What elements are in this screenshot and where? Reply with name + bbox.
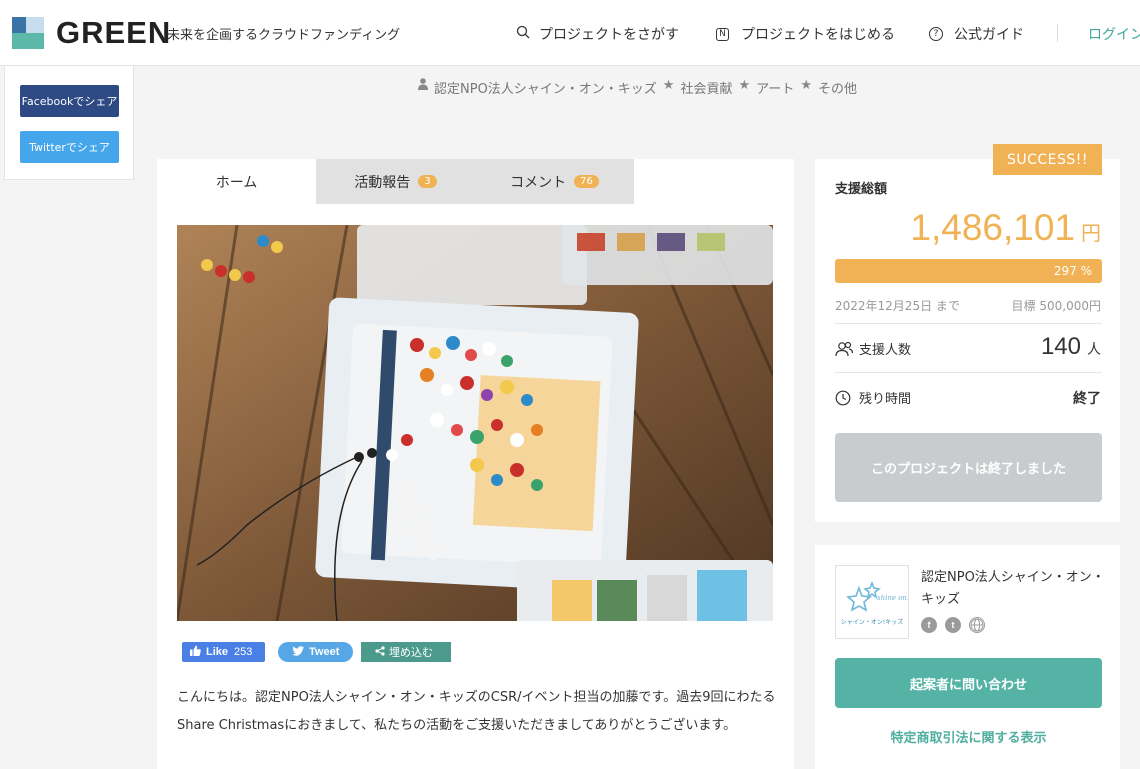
nav-search-label: プロジェクトをさがす	[539, 27, 679, 43]
nav-search-projects[interactable]: プロジェクトをさがす	[516, 24, 679, 44]
organizer-logo-script: shine on!	[877, 594, 908, 602]
project-main-content: ホーム 活動報告 3 コメント 76 Like 253 Tweet 埋め込む こ…	[157, 159, 794, 769]
project-ended-button[interactable]: このプロジェクトは終了しました	[835, 433, 1102, 502]
owner-link[interactable]: 認定NPO法人シャイン・オン・キッズ	[434, 78, 657, 97]
organizer-card: shine on! シャイン・オン!キッズ 認定NPO法人シャイン・オン・キッズ…	[815, 545, 1120, 769]
organizer-logo[interactable]: shine on! シャイン・オン!キッズ	[835, 565, 910, 639]
star-icon: ★	[738, 78, 751, 93]
like-label: Like	[206, 646, 229, 658]
supporters-row: 支援人数	[835, 339, 911, 358]
count-badge: 76	[574, 175, 599, 188]
deadline-text: 2022年12月25日 まで	[835, 299, 960, 313]
tweet-label: Tweet	[309, 646, 340, 658]
tab-label: ホーム	[215, 174, 258, 191]
share-panel: Facebookでシェア Twitterでシェア	[4, 66, 134, 180]
like-count: 253	[234, 646, 253, 658]
tweet-button[interactable]: Tweet	[278, 642, 353, 662]
tab-comments[interactable]: コメント 76	[475, 159, 634, 204]
star-icon: ★	[800, 78, 813, 93]
time-remaining-value: 終了	[1073, 391, 1101, 407]
star-icon: ★	[662, 78, 675, 93]
login-link[interactable]: ログイン	[1088, 24, 1140, 44]
tab-home[interactable]: ホーム	[157, 159, 316, 204]
twitter-bird-icon	[292, 645, 304, 659]
supporters-unit: 人	[1087, 342, 1101, 358]
nav-guide-label: 公式ガイド	[954, 27, 1024, 43]
green-logo-icon[interactable]	[12, 17, 44, 49]
nav-start-label: プロジェクトをはじめる	[741, 27, 895, 43]
project-description: こんにちは。認定NPO法人シャイン・オン・キッズのCSR/イベント担当の加藤です…	[177, 690, 776, 733]
project-tabs: ホーム 活動報告 3 コメント 76	[157, 159, 634, 204]
organizer-name[interactable]: 認定NPO法人シャイン・オン・キッズ	[921, 567, 1107, 611]
question-circle-icon: ?	[929, 27, 943, 41]
supporters-label: 支援人数	[859, 343, 912, 358]
supporters-icon	[835, 341, 854, 357]
total-amount: 1,486,101 円	[910, 207, 1101, 249]
divider	[835, 323, 1102, 324]
nav-official-guide[interactable]: ? 公式ガイド	[929, 24, 1024, 44]
embed-button[interactable]: 埋め込む	[361, 642, 451, 662]
tab-label: コメント	[510, 174, 567, 191]
divider	[835, 372, 1102, 373]
tab-label: 活動報告	[354, 174, 411, 191]
globe-icon[interactable]	[969, 617, 985, 633]
user-icon	[418, 78, 428, 97]
commercial-law-link[interactable]: 特定商取引法に関する表示	[835, 727, 1102, 746]
organizer-social-links: f t	[921, 617, 985, 633]
site-header: GREEN 未来を企画するクラウドファンディング プロジェクトをさがす N プロ…	[0, 0, 1140, 66]
project-hero-image	[177, 225, 773, 621]
supporters-count: 140	[1040, 333, 1081, 360]
tab-activity-reports[interactable]: 活動報告 3	[316, 159, 475, 204]
share-nodes-icon	[375, 645, 385, 659]
site-logo-text[interactable]: GREEN	[56, 15, 171, 51]
organizer-logo-text: シャイン・オン!キッズ	[841, 618, 903, 626]
facebook-like-button[interactable]: Like 253	[182, 642, 265, 662]
count-badge: 3	[418, 175, 437, 188]
category-link[interactable]: アート	[756, 78, 794, 97]
n-box-icon: N	[716, 27, 729, 41]
thumbs-up-icon	[190, 645, 201, 659]
facebook-share-button[interactable]: Facebookでシェア	[20, 85, 119, 117]
search-icon	[516, 25, 530, 43]
embed-label: 埋め込む	[389, 647, 433, 659]
amount-value: 1,486,101	[910, 207, 1075, 248]
category-link[interactable]: その他	[818, 78, 857, 97]
twitter-icon[interactable]: t	[945, 617, 961, 633]
contact-organizer-button[interactable]: 起案者に問い合わせ	[835, 658, 1102, 708]
success-badge: SUCCESS!!	[993, 144, 1102, 175]
category-link[interactable]: 社会貢献	[680, 78, 732, 97]
facebook-icon[interactable]: f	[921, 617, 937, 633]
funding-summary-card: SUCCESS!! 支援総額 1,486,101 円 297 % 2022年12月…	[815, 144, 1120, 522]
clock-icon	[835, 390, 851, 406]
time-remaining-row: 残り時間	[835, 388, 911, 407]
header-divider	[1057, 24, 1058, 42]
progress-bar: 297 %	[835, 259, 1102, 283]
time-remaining-label: 残り時間	[859, 392, 912, 407]
nav-start-project[interactable]: N プロジェクトをはじめる	[716, 24, 895, 44]
goal-text: 目標 500,000円	[1011, 299, 1101, 313]
site-tagline: 未来を企画するクラウドファンディング	[167, 28, 401, 43]
supporters-value: 140 人	[1041, 333, 1101, 361]
amount-currency: 円	[1081, 223, 1101, 245]
project-categories: 認定NPO法人シャイン・オン・キッズ ★ 社会貢献 ★ アート ★ その他	[418, 78, 857, 97]
twitter-share-button[interactable]: Twitterでシェア	[20, 131, 119, 163]
total-support-label: 支援総額	[835, 182, 888, 197]
